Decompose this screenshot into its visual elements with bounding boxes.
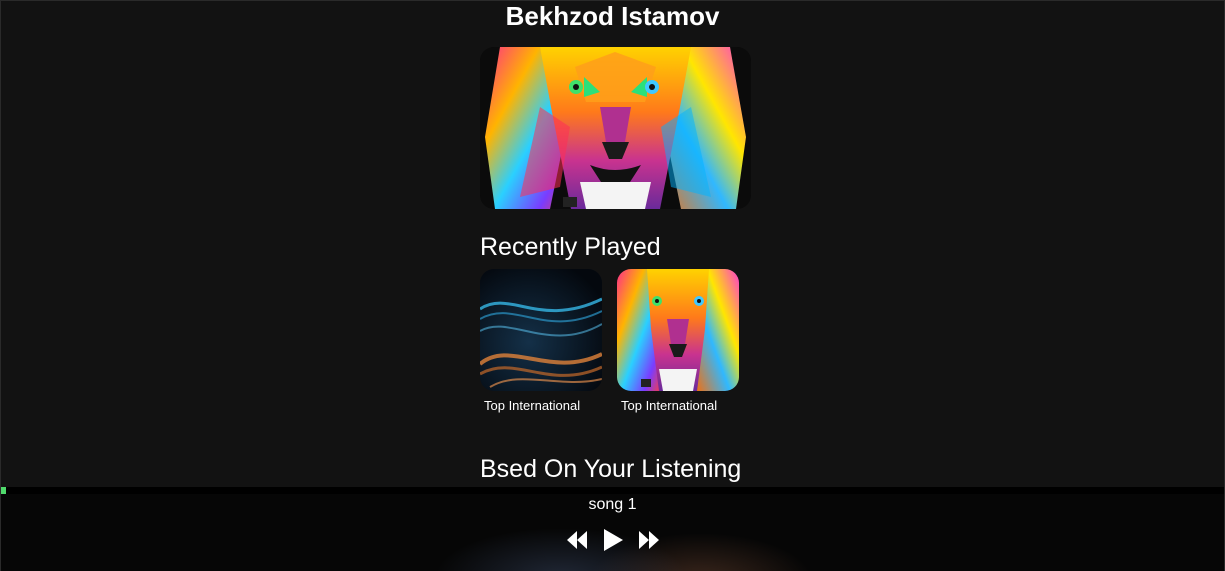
next-button[interactable] (636, 527, 662, 553)
now-playing-title: song 1 (588, 496, 637, 513)
progress-fill (1, 487, 6, 494)
play-button[interactable] (600, 527, 626, 553)
recent-card-lion[interactable]: Top International (617, 269, 739, 413)
recent-card-title: Top International (621, 398, 718, 413)
based-on-listening-heading: Bsed On Your Listening (480, 455, 742, 483)
progress-bar[interactable] (1, 487, 1224, 494)
previous-button[interactable] (564, 527, 590, 553)
recent-card-particle-wave[interactable]: Top International (480, 269, 602, 413)
artist-name: Bekhzod Istamov (505, 1, 720, 31)
playback-controls (1, 527, 1224, 553)
particle-wave-thumbnail[interactable] (480, 269, 602, 391)
recently-played-heading: Recently Played (480, 233, 661, 261)
recent-card-title: Top International (484, 398, 581, 413)
hero-lion-image (480, 47, 751, 209)
rewind-icon (566, 531, 587, 549)
player-bar: song 1 (1, 487, 1224, 571)
lion-thumbnail[interactable] (617, 269, 739, 391)
play-icon (603, 529, 623, 551)
fast-forward-icon (638, 531, 659, 549)
